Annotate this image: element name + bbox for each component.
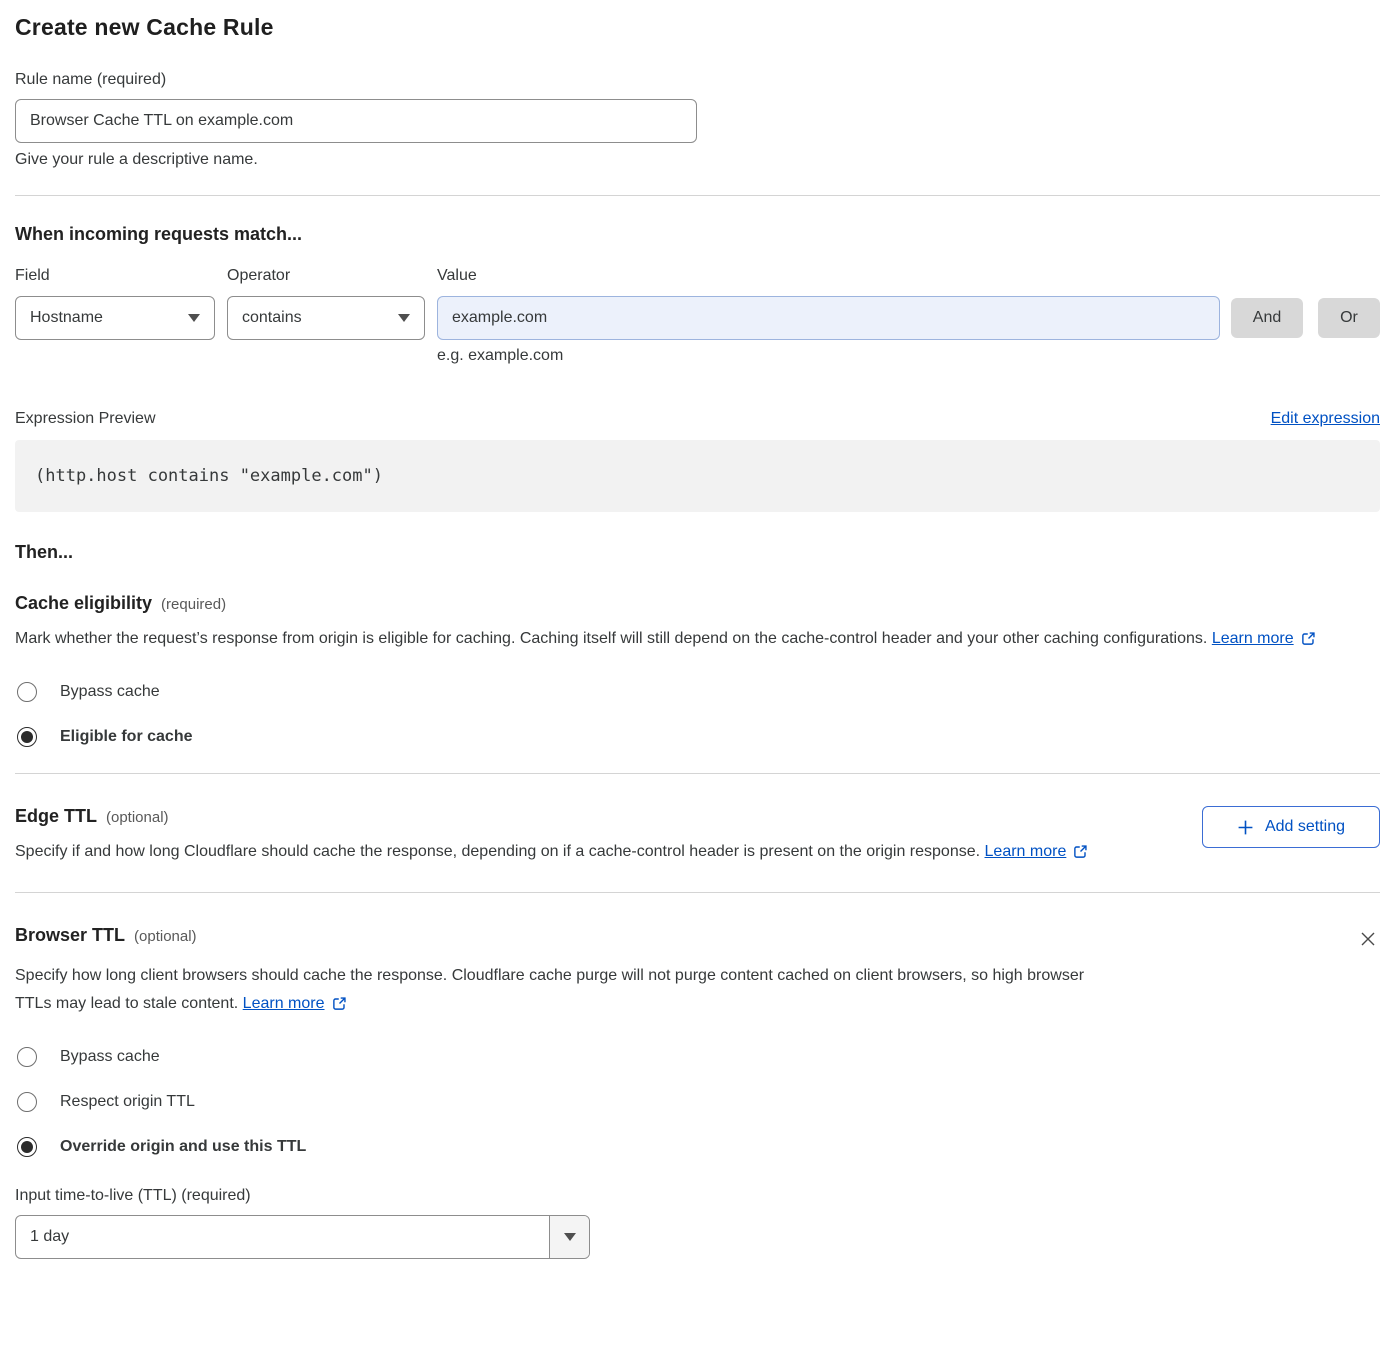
learn-more-link[interactable]: Learn more xyxy=(985,843,1089,860)
radio-label: Override origin and use this TTL xyxy=(60,1138,306,1156)
radio-override-origin-ttl[interactable]: Override origin and use this TTL xyxy=(15,1137,1380,1157)
browser-ttl-description: Specify how long client browsers should … xyxy=(15,962,1105,1018)
radio-bypass-cache[interactable]: Bypass cache xyxy=(15,682,1380,702)
browser-ttl-title-row: Browser TTL (optional) xyxy=(15,925,1380,951)
radio-selected-icon[interactable] xyxy=(17,1137,37,1157)
rule-name-helper: Give your rule a descriptive name. xyxy=(15,151,1380,169)
plus-icon xyxy=(1237,819,1254,836)
value-helper: e.g. example.com xyxy=(437,347,1380,365)
radio-icon[interactable] xyxy=(17,1092,37,1112)
section-divider xyxy=(15,195,1380,196)
edge-ttl-section: Edge TTL (optional) Specify if and how l… xyxy=(15,806,1380,866)
radio-label: Eligible for cache xyxy=(60,728,192,746)
radio-label: Respect origin TTL xyxy=(60,1093,195,1111)
expression-header-row: Expression Preview Edit expression xyxy=(15,410,1380,428)
field-label: Field xyxy=(15,267,227,285)
value-label: Value xyxy=(437,267,477,285)
radio-label: Bypass cache xyxy=(60,1048,160,1066)
caret-down-icon xyxy=(398,314,410,322)
edge-ttl-description-text: Specify if and how long Cloudflare shoul… xyxy=(15,843,980,860)
create-cache-rule-form: Create new Cache Rule Rule name (require… xyxy=(0,0,1400,1277)
match-heading: When incoming requests match... xyxy=(15,224,1380,245)
radio-respect-origin-ttl[interactable]: Respect origin TTL xyxy=(15,1092,1380,1112)
caret-down-icon xyxy=(564,1233,576,1241)
value-input[interactable] xyxy=(437,296,1220,340)
remove-setting-button[interactable] xyxy=(1356,927,1380,951)
external-link-icon xyxy=(1301,631,1316,646)
cache-eligibility-description: Mark whether the request’s response from… xyxy=(15,625,1360,653)
section-divider xyxy=(15,773,1380,774)
cache-eligibility-description-text: Mark whether the request’s response from… xyxy=(15,630,1207,647)
operator-label: Operator xyxy=(227,267,437,285)
external-link-icon xyxy=(1073,844,1088,859)
section-divider xyxy=(15,892,1380,893)
ttl-select[interactable]: 1 day xyxy=(15,1215,590,1259)
edge-ttl-text-block: Edge TTL (optional) Specify if and how l… xyxy=(15,806,1088,866)
caret-down-icon xyxy=(188,314,200,322)
operator-select-value: contains xyxy=(242,309,302,327)
field-select[interactable]: Hostname xyxy=(15,296,215,340)
rule-name-section: Rule name (required) Give your rule a de… xyxy=(15,71,1380,169)
field-select-value: Hostname xyxy=(30,309,103,327)
browser-ttl-qualifier: (optional) xyxy=(134,928,197,945)
learn-more-link[interactable]: Learn more xyxy=(1212,630,1316,647)
radio-label: Bypass cache xyxy=(60,683,160,701)
close-icon xyxy=(1358,929,1378,949)
edge-ttl-title: Edge TTL xyxy=(15,806,97,827)
match-section: When incoming requests match... Field Op… xyxy=(15,224,1380,365)
browser-ttl-description-text: Specify how long client browsers should … xyxy=(15,967,1084,1012)
expression-preview-label: Expression Preview xyxy=(15,410,156,428)
and-button[interactable]: And xyxy=(1231,298,1303,338)
page-title: Create new Cache Rule xyxy=(15,14,1380,41)
cache-eligibility-qualifier: (required) xyxy=(161,596,226,613)
radio-icon[interactable] xyxy=(17,1047,37,1067)
ttl-input-label: Input time-to-live (TTL) (required) xyxy=(15,1187,1380,1205)
add-setting-button[interactable]: Add setting xyxy=(1202,806,1380,848)
then-heading: Then... xyxy=(15,542,1380,563)
browser-ttl-title: Browser TTL xyxy=(15,925,125,946)
operator-select[interactable]: contains xyxy=(227,296,425,340)
cache-eligibility-title: Cache eligibility xyxy=(15,593,152,614)
radio-selected-icon[interactable] xyxy=(17,727,37,747)
external-link-icon xyxy=(332,996,347,1011)
browser-ttl-section: Browser TTL (optional) Specify how long … xyxy=(15,925,1380,1259)
edge-ttl-row: Edge TTL (optional) Specify if and how l… xyxy=(15,806,1380,866)
edge-ttl-title-row: Edge TTL (optional) xyxy=(15,806,1088,827)
cache-eligibility-title-row: Cache eligibility (required) xyxy=(15,593,1380,614)
radio-eligible-for-cache[interactable]: Eligible for cache xyxy=(15,727,1380,747)
edge-ttl-description: Specify if and how long Cloudflare shoul… xyxy=(15,838,1088,866)
edit-expression-link[interactable]: Edit expression xyxy=(1271,410,1380,428)
match-column-labels: Field Operator Value xyxy=(15,267,1380,285)
rule-name-input[interactable] xyxy=(15,99,697,143)
expression-code-block: (http.host contains "example.com") xyxy=(15,440,1380,512)
rule-name-label: Rule name (required) xyxy=(15,71,1380,89)
ttl-select-value: 1 day xyxy=(16,1216,549,1258)
or-button[interactable]: Or xyxy=(1318,298,1380,338)
edge-ttl-qualifier: (optional) xyxy=(106,809,169,826)
radio-bypass-cache-browser[interactable]: Bypass cache xyxy=(15,1047,1380,1067)
cache-eligibility-section: Cache eligibility (required) Mark whethe… xyxy=(15,593,1380,747)
match-controls-row: Hostname contains And Or xyxy=(15,296,1380,340)
learn-more-link[interactable]: Learn more xyxy=(243,995,347,1012)
ttl-select-arrow-button[interactable] xyxy=(549,1216,589,1258)
expression-section: Expression Preview Edit expression (http… xyxy=(15,410,1380,512)
radio-icon[interactable] xyxy=(17,682,37,702)
expression-code: (http.host contains "example.com") xyxy=(35,466,383,486)
